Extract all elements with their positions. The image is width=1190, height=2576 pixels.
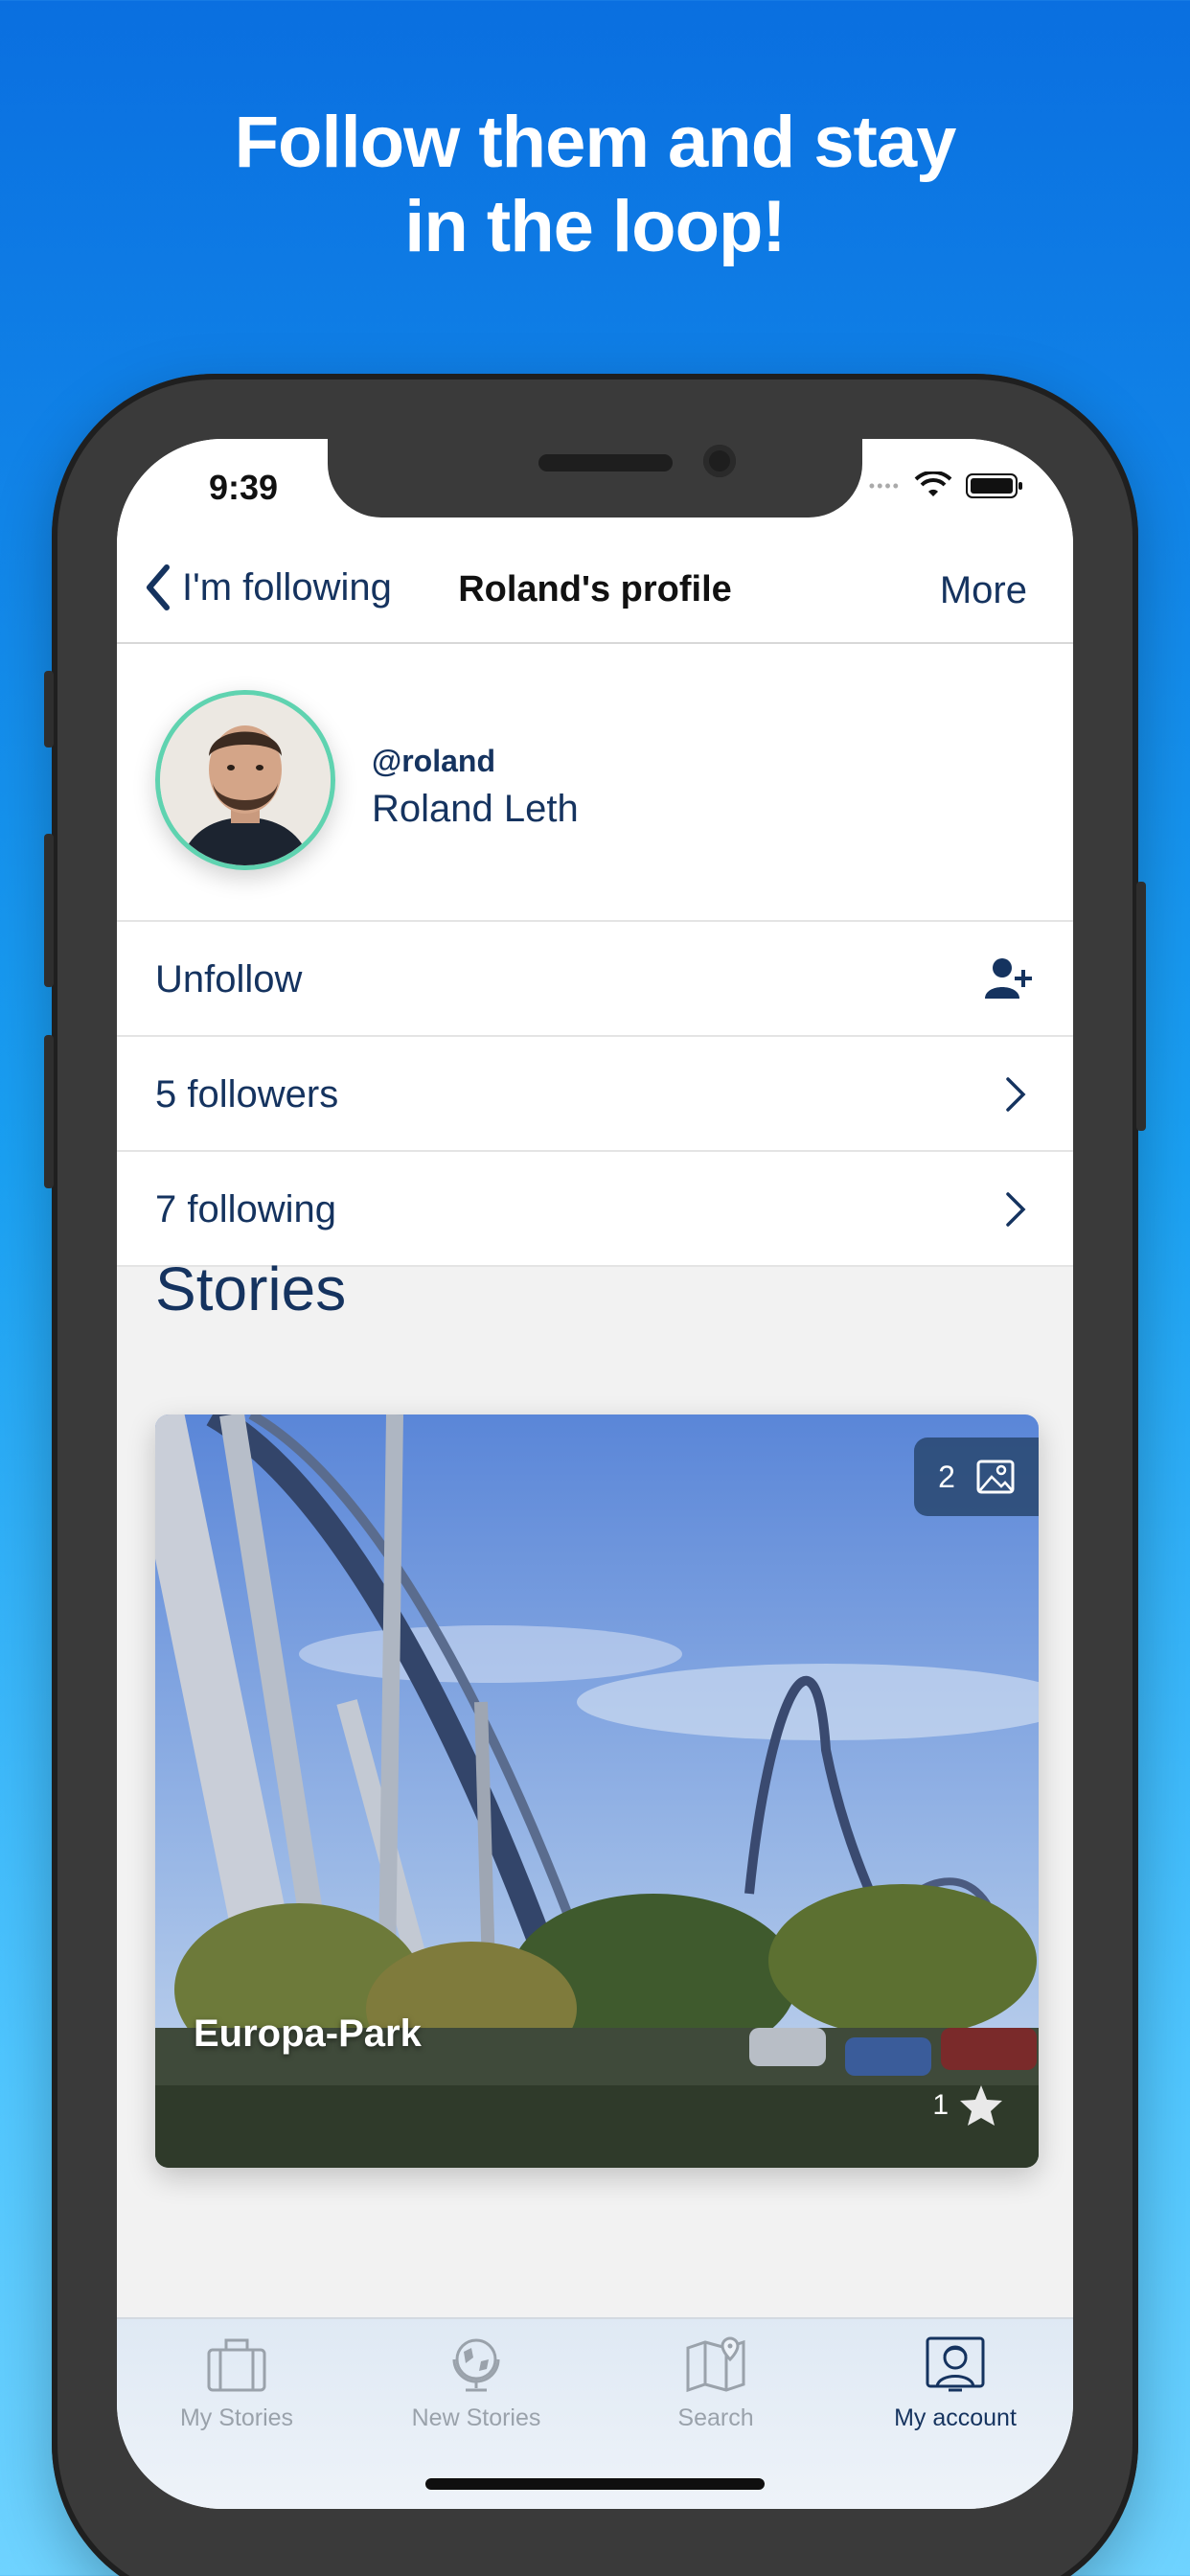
tab-label: Search	[677, 2404, 754, 2431]
stories-section-title: Stories	[155, 1254, 347, 1323]
globe-icon	[452, 2338, 500, 2392]
tab-label: My account	[894, 2404, 1017, 2431]
star-icon	[960, 2085, 1002, 2126]
avatar[interactable]	[155, 690, 335, 870]
status-icons: ••••	[869, 472, 1023, 500]
story-title: Europa-Park	[194, 2012, 422, 2055]
notch	[328, 439, 862, 518]
phone-screen: 9:39 •••• I'm following Roland's profile…	[117, 439, 1073, 2509]
signal-icon: ••••	[868, 475, 901, 495]
favorites[interactable]: 1	[932, 2083, 1004, 2128]
tab-my-account[interactable]: My account	[835, 2334, 1073, 2432]
photo-count-badge: 2	[914, 1438, 1039, 1516]
side-button	[1136, 882, 1146, 1131]
volume-down-button	[44, 1035, 54, 1188]
unfollow-label: Unfollow	[155, 958, 303, 1000]
battery-icon	[966, 473, 1022, 498]
profile-name: Roland Leth	[372, 788, 579, 830]
front-camera	[703, 445, 736, 477]
profile-handle: @roland	[372, 744, 495, 778]
image-icon	[976, 1460, 1015, 1494]
promo-headline-line1: Follow them and stay	[234, 102, 957, 183]
promo-headline: Follow them and stay in the loop!	[0, 101, 1190, 269]
tab-my-stories[interactable]: My Stories	[117, 2334, 356, 2432]
more-button[interactable]: More	[940, 569, 1027, 612]
chevron-right-icon	[1004, 1064, 1027, 1125]
profile-header: @roland Roland Leth	[117, 644, 1073, 922]
wifi-icon	[914, 472, 952, 496]
navigation-bar: I'm following Roland's profile More	[117, 525, 1073, 644]
tab-label: New Stories	[411, 2404, 541, 2431]
tab-new-stories[interactable]: New Stories	[356, 2334, 596, 2432]
add-user-icon	[983, 956, 1035, 1005]
unfollow-row[interactable]: Unfollow	[117, 922, 1073, 1037]
page-title: Roland's profile	[458, 569, 732, 610]
status-time: 9:39	[209, 468, 279, 507]
phone-frame: 9:39 •••• I'm following Roland's profile…	[44, 374, 1146, 2576]
photo-count: 2	[938, 1459, 955, 1494]
favorites-count: 1	[932, 2089, 949, 2121]
following-label: 7 following	[155, 1188, 337, 1230]
speaker-grille	[538, 454, 673, 472]
story-card[interactable]: 2 Europa-Park 1	[155, 1414, 1039, 2168]
following-row[interactable]: 7 following	[117, 1152, 1073, 1267]
followers-row[interactable]: 5 followers	[117, 1037, 1073, 1152]
suitcase-icon	[207, 2338, 266, 2392]
followers-label: 5 followers	[155, 1073, 339, 1116]
tab-label: My Stories	[179, 2404, 294, 2431]
mute-switch	[44, 671, 54, 748]
volume-up-button	[44, 834, 54, 987]
chevron-right-icon	[1004, 1179, 1027, 1240]
map-pin-icon	[686, 2336, 745, 2393]
tab-search[interactable]: Search	[596, 2334, 835, 2432]
account-icon	[926, 2336, 985, 2392]
promo-headline-line2: in the loop!	[404, 186, 786, 267]
home-indicator[interactable]	[425, 2478, 765, 2490]
avatar-portrait	[160, 695, 331, 865]
